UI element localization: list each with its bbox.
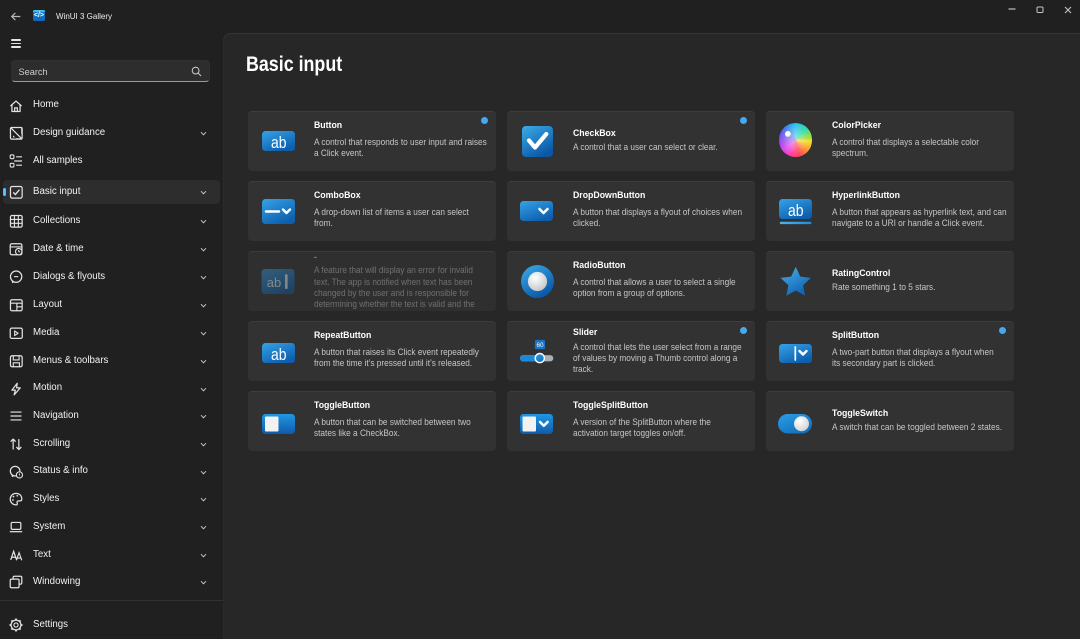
svg-text:ab: ab bbox=[271, 133, 287, 151]
svg-text:ab: ab bbox=[788, 201, 804, 220]
svg-text:ab: ab bbox=[267, 275, 281, 290]
svg-text:ab: ab bbox=[271, 345, 287, 363]
svg-text:60: 60 bbox=[536, 342, 544, 349]
